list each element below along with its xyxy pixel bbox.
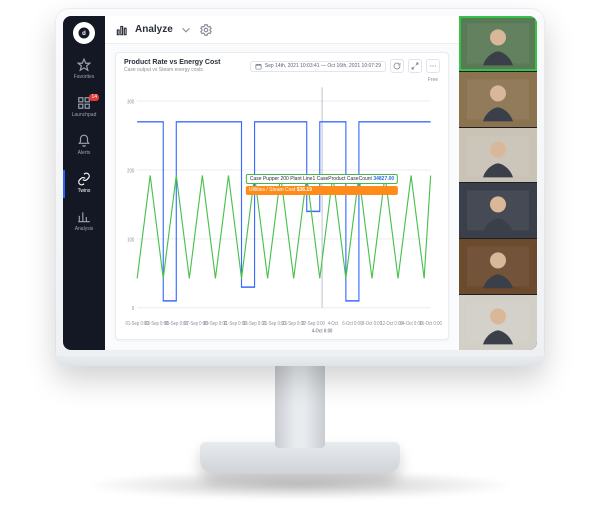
tooltip-series1-label: Case Pupper 200 Plant Line1 CaseProduct … xyxy=(250,176,372,182)
app-root: d Favorites 14 Launchpad xyxy=(63,16,537,350)
sidebar: d Favorites 14 Launchpad xyxy=(63,16,105,350)
chart-subtitle: Case output vs Steam energy costs xyxy=(124,67,220,73)
monitor-stand-neck xyxy=(275,362,325,448)
video-participants-panel xyxy=(459,16,537,350)
svg-text:16-Oct 0:00: 16-Oct 0:00 xyxy=(419,321,442,328)
expand-button[interactable] xyxy=(408,59,422,73)
nav-launchpad[interactable]: 14 Launchpad xyxy=(63,92,105,124)
nav-label: Alerts xyxy=(78,150,91,156)
date-range-text: Sep 14th, 2021 10:03:41 — Oct 16th, 2021… xyxy=(265,63,381,69)
star-icon xyxy=(77,58,91,72)
chart-tooltip: Case Pupper 200 Plant Line1 CaseProduct … xyxy=(246,174,398,195)
video-tile[interactable] xyxy=(459,71,537,127)
app-logo[interactable]: d xyxy=(73,22,95,44)
refresh-button[interactable] xyxy=(390,59,404,73)
date-range-picker[interactable]: Sep 14th, 2021 10:03:41 — Oct 16th, 2021… xyxy=(250,61,386,72)
more-button[interactable] xyxy=(426,59,440,73)
chevron-down-icon[interactable] xyxy=(179,23,193,37)
nav-label: Launchpad xyxy=(72,112,97,118)
chart-svg: 010020030001-Sep 0:0003-Sep 0:0005-Sep 0… xyxy=(120,75,444,335)
chart-area[interactable]: Free 010020030001-Sep 0:0003-Sep 0:0005-… xyxy=(120,75,444,335)
nav-favorites[interactable]: Favorites xyxy=(63,54,105,86)
analyze-icon xyxy=(115,23,129,37)
nav-label: Twins xyxy=(78,188,91,194)
svg-text:27-Sep 0:00: 27-Sep 0:00 xyxy=(302,321,326,328)
chart-icon xyxy=(77,210,91,224)
video-tile[interactable] xyxy=(459,182,537,238)
svg-text:300: 300 xyxy=(127,99,134,106)
link-icon xyxy=(77,172,91,186)
chart-title: Product Rate vs Energy Cost xyxy=(124,59,220,66)
video-tile[interactable] xyxy=(459,127,537,183)
video-tile[interactable] xyxy=(459,16,537,71)
card-header: Product Rate vs Energy Cost Case output … xyxy=(116,53,448,75)
video-tile[interactable] xyxy=(459,238,537,294)
svg-text:200: 200 xyxy=(127,168,134,175)
video-tile[interactable] xyxy=(459,294,537,350)
nav-label: Analysis xyxy=(75,226,94,232)
main-panel: Analyze Product Rate vs Energy C xyxy=(105,16,459,350)
monitor-shadow xyxy=(80,470,520,500)
svg-text:6-Oct 0:00: 6-Oct 0:00 xyxy=(342,321,362,328)
svg-text:d: d xyxy=(82,31,86,37)
tooltip-series2-label: Utilities / Steam Cost xyxy=(249,187,295,193)
svg-text:4-Oct: 4-Oct xyxy=(328,321,339,328)
nav-twins[interactable]: Twins xyxy=(63,168,105,200)
card-toolbar: Sep 14th, 2021 10:03:41 — Oct 16th, 2021… xyxy=(250,59,440,73)
chart-card: Product Rate vs Energy Cost Case output … xyxy=(115,52,449,340)
svg-text:100: 100 xyxy=(127,237,134,244)
svg-text:8-Oct 0:00: 8-Oct 0:00 xyxy=(362,321,382,328)
gear-icon[interactable] xyxy=(199,23,213,37)
svg-text:4-Oct 6:00: 4-Oct 6:00 xyxy=(312,328,333,335)
nav-alerts[interactable]: Alerts xyxy=(63,130,105,162)
tooltip-series2-value: $36.19 xyxy=(297,187,312,193)
tooltip-series1-value: 34827.00 xyxy=(373,176,394,182)
calendar-icon xyxy=(255,63,262,70)
topbar-title: Analyze xyxy=(135,24,173,35)
content-area: Product Rate vs Energy Cost Case output … xyxy=(105,44,459,350)
nav-analysis[interactable]: Analysis xyxy=(63,206,105,238)
nav-label: Favorites xyxy=(74,74,95,80)
bell-icon xyxy=(77,134,91,148)
monitor-frame: d Favorites 14 Launchpad xyxy=(55,8,545,366)
legend-free-label: Free xyxy=(428,77,438,83)
topbar: Analyze xyxy=(105,16,459,44)
svg-text:0: 0 xyxy=(132,306,135,313)
nav-badge: 14 xyxy=(89,94,99,101)
screen: d Favorites 14 Launchpad xyxy=(63,16,537,350)
